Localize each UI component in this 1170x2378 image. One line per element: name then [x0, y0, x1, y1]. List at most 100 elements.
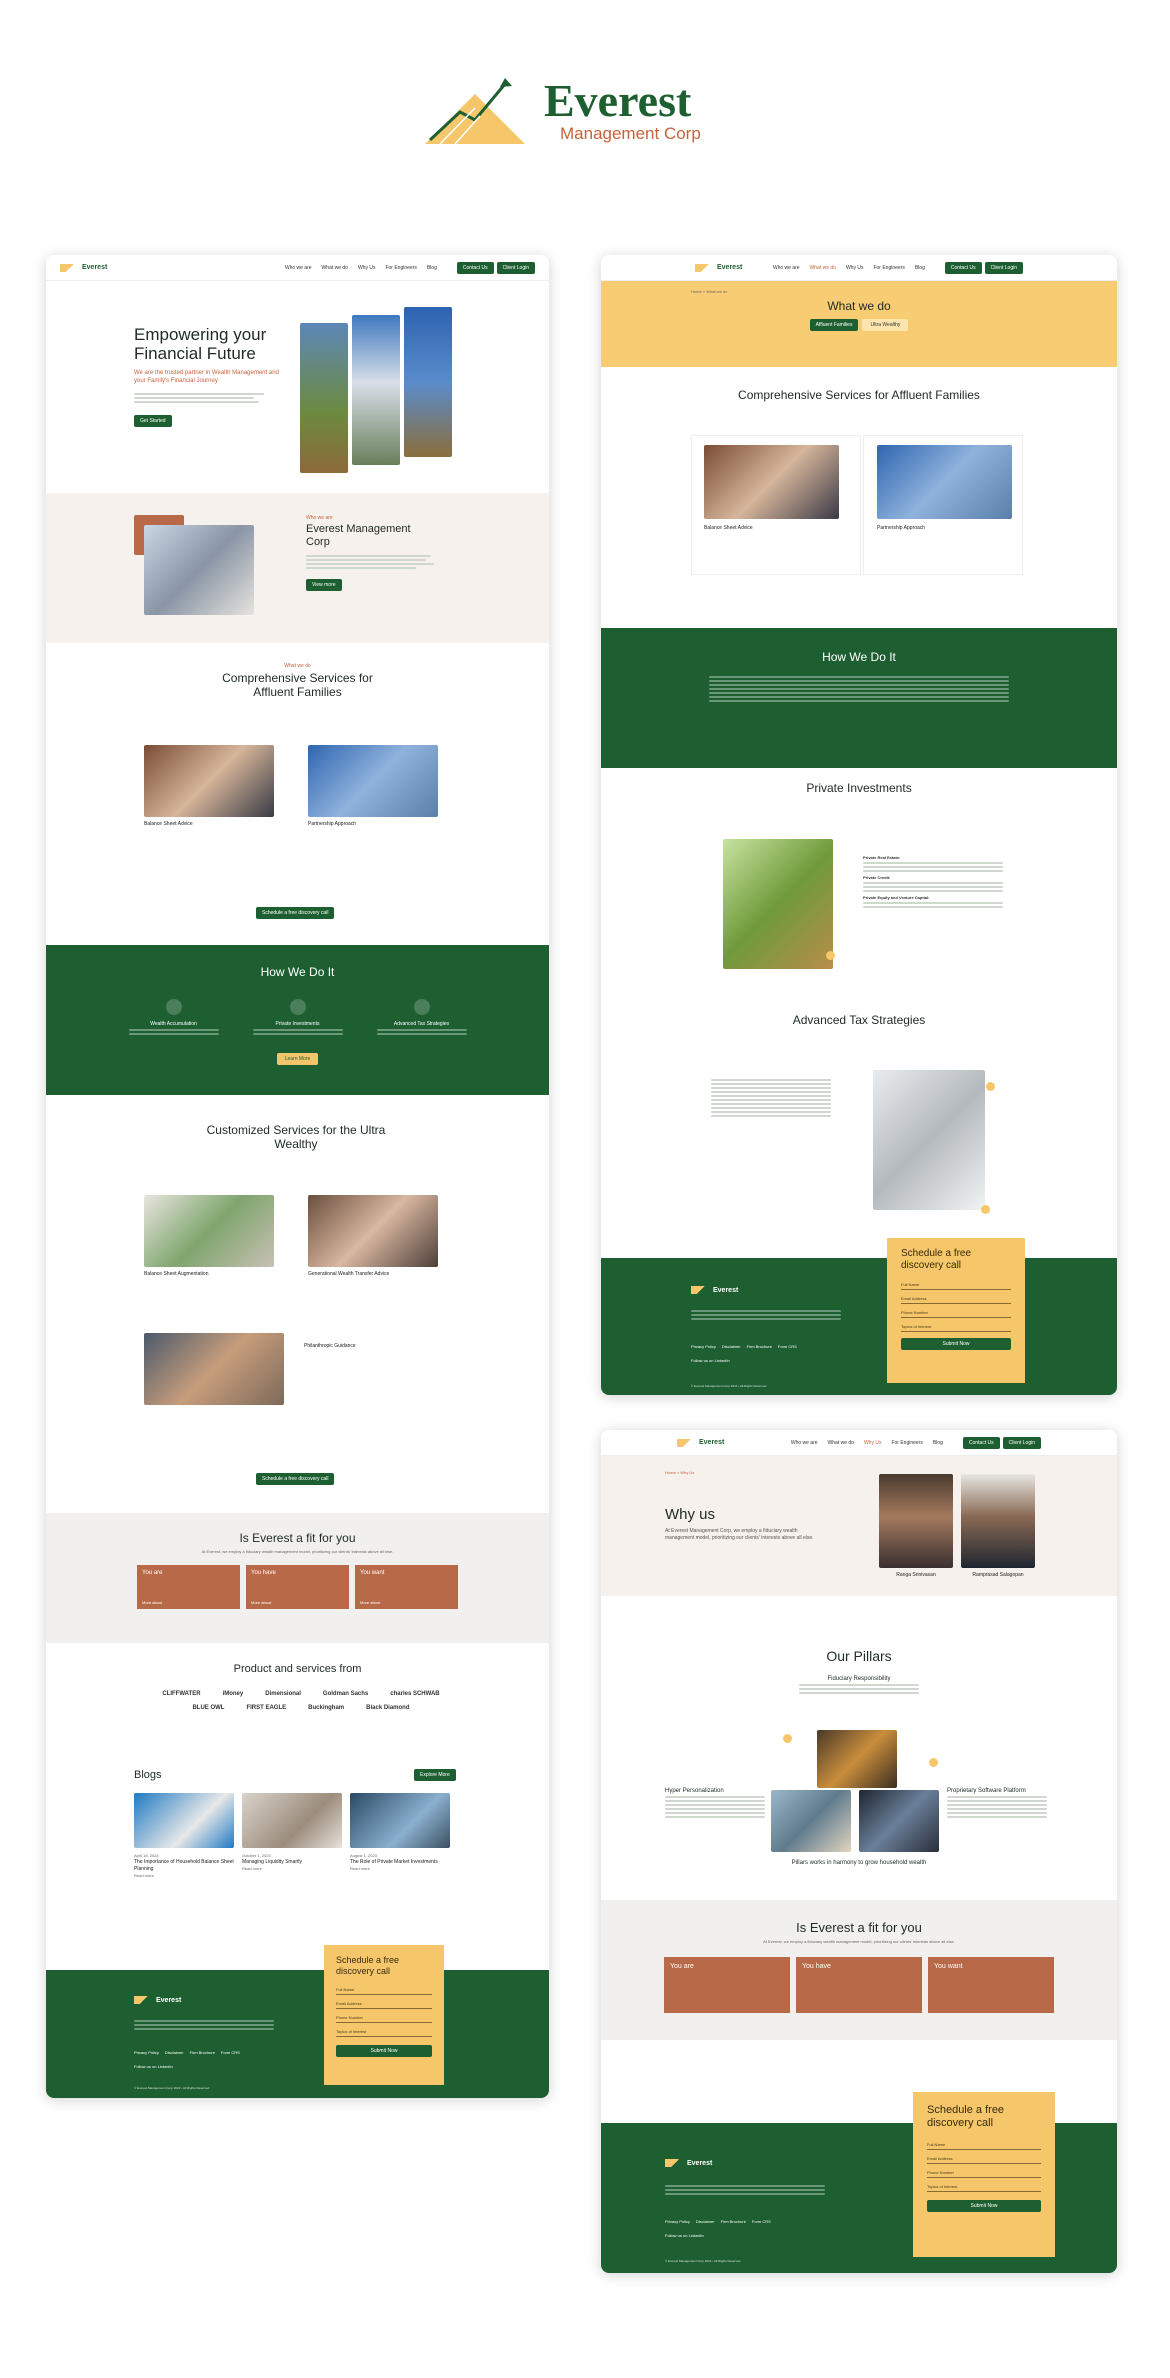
what-footer: Everest Privacy Policy Disclaimer Firm Bro… [601, 1258, 1117, 1395]
read-more-link[interactable]: Read more [350, 1866, 450, 1872]
nav-who[interactable]: Who we are [285, 265, 312, 271]
linkedin-link[interactable]: Follow us on LinkedIn [691, 1358, 730, 1363]
email-field[interactable]: Email Address [901, 1294, 1011, 1304]
crs-link[interactable]: Form CRS [778, 1344, 797, 1349]
nav-blog[interactable]: Blog [933, 1440, 943, 1446]
name-field[interactable]: Full Name [927, 2140, 1041, 2150]
nav-who[interactable]: Who we are [791, 1440, 818, 1446]
phone-field[interactable]: Phone Number [927, 2168, 1041, 2178]
privacy-link[interactable]: Privacy Policy [665, 2219, 690, 2224]
crs-link[interactable]: Form CRS [752, 2219, 771, 2224]
person-1-photo [879, 1474, 953, 1568]
contact-button[interactable]: Contact Us [944, 261, 982, 274]
submit-button[interactable]: Submit Now [336, 2045, 432, 2057]
brochure-link[interactable]: Firm Brochure [190, 2050, 215, 2055]
nav-blog[interactable]: Blog [915, 265, 925, 271]
brand-name: Everest [544, 75, 692, 126]
breadcrumb[interactable]: Home > What we do [601, 281, 1117, 295]
who-eyebrow: Who we are [306, 515, 333, 521]
client-login-button[interactable]: Client Login [1002, 1436, 1041, 1449]
what-svc2-image [877, 445, 1012, 519]
nav-what[interactable]: What we do [810, 265, 836, 271]
nav-what[interactable]: What we do [322, 265, 348, 271]
fit-card-1[interactable]: You are More about [137, 1565, 240, 1609]
nav-logo[interactable]: Everest [60, 263, 107, 272]
client-login-button[interactable]: Client Login [984, 261, 1023, 274]
name-field[interactable]: Full Name [336, 1985, 432, 1995]
nav-who[interactable]: Who we are [773, 265, 800, 271]
email-field[interactable]: Email Address [336, 1999, 432, 2009]
why-fit-card-2[interactable]: You have [796, 1957, 922, 2013]
what-title2: Comprehensive Services for Affluent Fami… [738, 388, 980, 402]
brochure-link[interactable]: Firm Brochure [747, 1344, 772, 1349]
disclaimer-link[interactable]: Disclaimer [722, 1344, 741, 1349]
why-fit-card-3[interactable]: You want [928, 1957, 1054, 2013]
fit-card-3[interactable]: You want More about [355, 1565, 458, 1609]
schedule-button-2[interactable]: Schedule a free discovery call [256, 1473, 335, 1485]
blog-title[interactable]: The Role of Private Market Investments [350, 1859, 450, 1866]
pi-point: Private Credit: [863, 875, 891, 880]
why-fit-sub: At Everest, we employ a fiduciary wealth… [763, 1939, 955, 1944]
nav-what[interactable]: What we do [828, 1440, 854, 1446]
why-fit-title: Is Everest a fit for you [796, 1920, 922, 1935]
view-more-button[interactable]: View more [306, 579, 342, 591]
disclaimer-link[interactable]: Disclaimer [165, 2050, 184, 2055]
nav-logo[interactable]: Everest [695, 263, 742, 272]
tab-ultra[interactable]: Ultra Wealthy [862, 319, 909, 331]
why-fit-card-1[interactable]: You are [664, 1957, 790, 2013]
svc2-title: Partnership Approach [308, 821, 357, 827]
pillar-dot [783, 1734, 792, 1743]
person-1-name: Ranga Srinivasan [896, 1572, 936, 1578]
fit-section: Is Everest a fit for you At Everest, we … [46, 1513, 549, 1643]
fit-sub: At Everest, we employ a fiduciary wealth… [201, 1549, 394, 1554]
disclaimer-link[interactable]: Disclaimer [696, 2219, 715, 2224]
tab-affluent[interactable]: Affluent Families [809, 319, 859, 331]
topics-field[interactable]: Topics of Interest [901, 1322, 1011, 1332]
topics-field[interactable]: Topics of Interest [336, 2027, 432, 2037]
breadcrumb[interactable]: Home > Why Us [665, 1470, 694, 1476]
cust2-title: Generational Wealth Transfer Advice [308, 1271, 390, 1277]
pillars-title: Our Pillars [826, 1648, 892, 1664]
how-item-1: Wealth Accumulation [150, 1021, 197, 1027]
read-more-link[interactable]: Read more [242, 1866, 342, 1872]
nav-why[interactable]: Why Us [864, 1440, 882, 1446]
contact-button[interactable]: Contact Us [456, 261, 494, 274]
blog-title[interactable]: The Importance of Household Balance Shee… [134, 1859, 234, 1873]
blog1-image [134, 1793, 234, 1848]
explore-more-button[interactable]: Explore More [414, 1769, 456, 1781]
client-login-button[interactable]: Client Login [496, 261, 535, 274]
copyright: © Everest Management Corp 2024 • All Rig… [134, 2086, 210, 2090]
who-image [144, 525, 254, 615]
brochure-link[interactable]: Firm Brochure [721, 2219, 746, 2224]
blog-title[interactable]: Managing Liquidity Smartly [242, 1859, 342, 1866]
submit-button[interactable]: Submit Now [927, 2200, 1041, 2212]
privacy-link[interactable]: Privacy Policy [134, 2050, 159, 2055]
nav-why[interactable]: Why Us [358, 265, 376, 271]
nav-why[interactable]: Why Us [846, 265, 864, 271]
nav-blog[interactable]: Blog [427, 265, 437, 271]
nav-engineers[interactable]: For Engineers [873, 265, 904, 271]
partner-logo: Black Diamond [366, 1705, 410, 1711]
learn-more-button[interactable]: Learn More [276, 1053, 319, 1065]
privacy-link[interactable]: Privacy Policy [691, 1344, 716, 1349]
why-fit-section: Is Everest a fit for you At Everest, we … [601, 1900, 1117, 2040]
name-field[interactable]: Full Name [901, 1280, 1011, 1290]
crs-link[interactable]: Form CRS [221, 2050, 240, 2055]
topics-field[interactable]: Topics of Interest [927, 2182, 1041, 2192]
contact-button[interactable]: Contact Us [962, 1436, 1000, 1449]
phone-field[interactable]: Phone Number [336, 2013, 432, 2023]
nav-engineers[interactable]: For Engineers [891, 1440, 922, 1446]
schedule-button-1[interactable]: Schedule a free discovery call [256, 907, 335, 919]
fit-card-2[interactable]: You have More about [246, 1565, 349, 1609]
nav-engineers[interactable]: For Engineers [385, 265, 416, 271]
partner-logos: CLIFFWATER iMoney Dimensional Goldman Sa… [136, 1691, 466, 1711]
get-started-button[interactable]: Get Started [134, 415, 172, 427]
email-field[interactable]: Email Address [927, 2154, 1041, 2164]
submit-button[interactable]: Submit Now [901, 1338, 1011, 1350]
what-page-title: What we do [827, 299, 891, 313]
linkedin-link[interactable]: Follow us on LinkedIn [665, 2233, 704, 2238]
nav-logo[interactable]: Everest [677, 1438, 724, 1447]
read-more-link[interactable]: Read more [134, 1873, 234, 1879]
phone-field[interactable]: Phone Number [901, 1308, 1011, 1318]
linkedin-link[interactable]: Follow us on LinkedIn [134, 2064, 173, 2069]
